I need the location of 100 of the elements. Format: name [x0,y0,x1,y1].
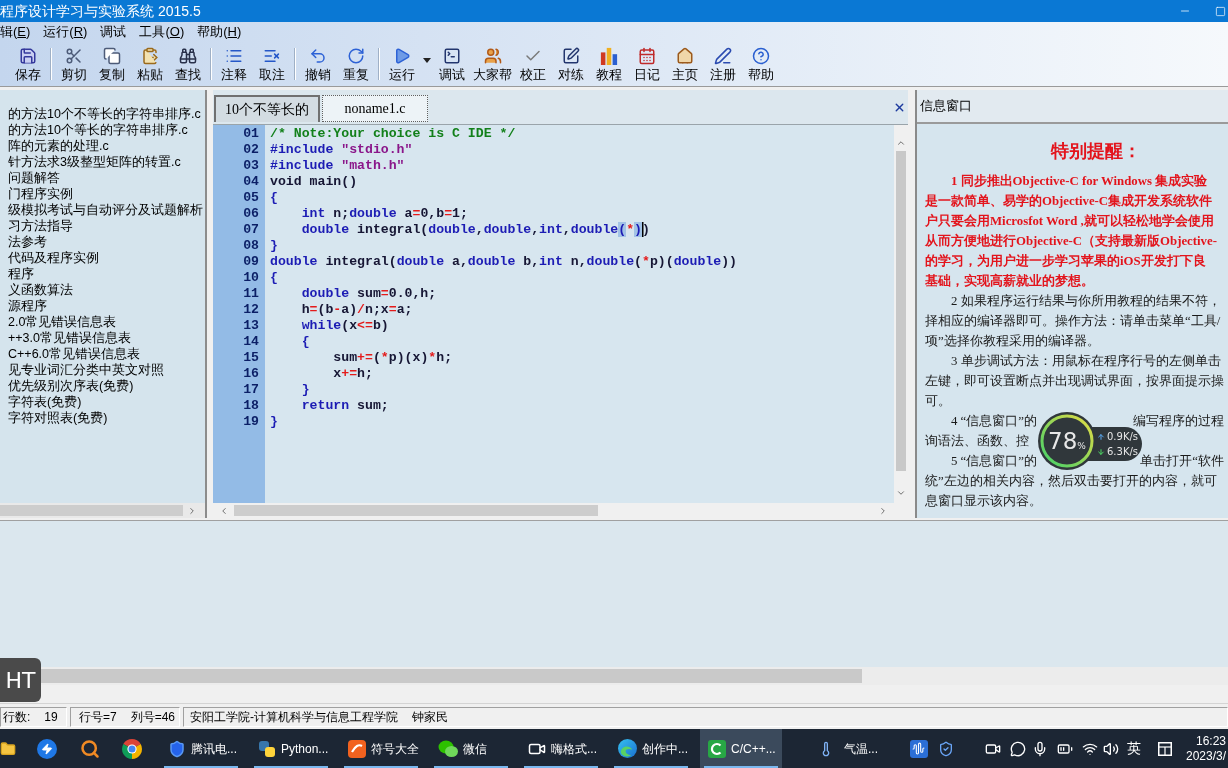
toolbar-button[interactable]: 注册 [704,43,742,85]
close-icon[interactable] [893,101,906,114]
toolbar-button[interactable]: 注释 [215,43,253,85]
taskbar-button[interactable]: 腾讯电... [160,729,242,768]
lightning-icon[interactable] [37,738,57,759]
caret-icon[interactable] [423,58,431,63]
taskbar-button[interactable]: Python... [250,729,332,768]
clock-time[interactable]: 16:23 [1195,733,1226,749]
chevron-right-icon[interactable] [187,505,197,516]
toolbar-button[interactable]: 校正 [514,43,552,85]
toolbar-button[interactable]: 对练 [552,43,590,85]
tree-item[interactable]: 代码及程序实例 [8,250,99,266]
tree-item[interactable]: 2.0常见错误信息表 [8,314,117,330]
tree-item[interactable]: C++6.0常见错误信息表 [8,346,140,362]
copy-icon [103,46,121,65]
toolbar-button[interactable]: 大家帮 [471,43,514,85]
menu-item[interactable]: 调试 [100,23,127,41]
tree-item[interactable]: 的方法10个等长的字符串排序.c [8,122,188,138]
menu-item[interactable]: 辑(E) [0,23,31,41]
code-line: } [270,414,278,430]
code-line: while(x<=b) [300,318,389,334]
folder-icon[interactable] [0,740,16,757]
status-text: 19 [44,708,58,726]
code-line: } [300,382,310,398]
toolbar-button[interactable]: 主页 [666,43,704,85]
search-icon[interactable] [80,738,100,759]
toolbar-button[interactable]: 重复 [337,43,375,85]
code-line: x+=h; [332,366,373,382]
line-number: 16 [243,366,259,382]
taskbar-button[interactable]: 创作中... [610,729,692,768]
code-line: void main() [270,174,358,190]
tree-item[interactable]: 源程序 [8,298,47,314]
paragraph-line: 基础，实现高薪就业的梦想。 [925,272,1094,290]
download-speed: 6.3K/s [1107,445,1139,458]
toolbar-button[interactable]: 保存 [9,43,47,85]
code-line: double integral(double a,double b,int n,double(*p)(double)) [270,254,737,270]
tree-item[interactable]: 见专业词汇分类中英文对照 [8,362,164,378]
menu-item[interactable]: 工具(O) [139,23,185,41]
tree-item[interactable]: 字符表(免费) [8,394,82,410]
toolbar-button[interactable]: 调试 [433,43,471,85]
editor-tab[interactable]: noname1.c [322,95,428,122]
toolbar-button[interactable]: 取注 [253,43,291,85]
paragraph-line: 5 “信息窗口”的 [951,453,1037,470]
toolbar-button[interactable]: 日记 [628,43,666,85]
toolbar-button[interactable]: 帮助 [742,43,780,85]
menu-item[interactable]: 帮助(H) [197,23,242,41]
segmented-circle-icon[interactable] [122,738,142,759]
shield-check-icon[interactable] [937,740,954,757]
chevron-up-icon[interactable] [896,138,906,148]
paragraph-line: 询语法、函数、控 [925,433,1029,450]
maximize-icon[interactable] [1215,5,1226,17]
chevron-down-icon[interactable] [896,488,906,498]
paragraph-line: 3 单步调试方法：用鼠标在程序行号的左侧单击 [951,353,1221,370]
chevron-left-icon[interactable] [219,505,229,516]
tree-item[interactable]: 义函数算法 [8,282,73,298]
menu-item[interactable]: 运行(R) [43,23,88,41]
people-icon [483,46,502,65]
tree-item[interactable]: 习方法指导 [8,218,73,234]
toolbar-button[interactable]: 教程 [590,43,628,85]
taskbar-button[interactable]: 符号大全 [340,729,422,768]
taskbar-button[interactable]: 微信 [430,729,512,768]
clock-date[interactable]: 2023/3/ [1185,748,1226,764]
line-number: 10 [243,270,259,286]
toolbar-button[interactable]: 查找 [169,43,207,85]
weather-label[interactable]: 气温... [844,739,878,758]
line-number: 07 [243,222,259,238]
tree-item[interactable]: 级模拟考试与自动评分及试题解析 [8,202,203,218]
tree-item[interactable]: ++3.0常见错误信息表 [8,330,131,346]
tree-item[interactable]: 阵的元素的处理.c [8,138,109,154]
tree-item[interactable]: 优先级别次序表(免费) [8,378,134,394]
paragraph-line: 4 “信息窗口”的 [951,413,1037,430]
tree-item[interactable]: 字符对照表(免费) [8,410,108,426]
toolbar-button[interactable]: 运行 [383,43,421,85]
code-line: sum+=(*p)(x)*h; [332,350,453,366]
waveform-icon[interactable] [909,739,928,758]
chat-icon[interactable] [1009,740,1026,757]
line-number: 19 [243,414,259,430]
tree-item[interactable]: 程序 [8,266,34,282]
chevron-right-icon[interactable] [878,505,888,516]
pen-icon [714,46,732,65]
tree-item[interactable]: 法参考 [8,234,47,250]
tree-item[interactable]: 门程序实例 [8,186,73,202]
toolbar-button[interactable]: 复制 [93,43,131,85]
scrollbar-thumb[interactable] [0,505,183,516]
toolbar-button[interactable]: 粘贴 [131,43,169,85]
volume-icon[interactable] [1102,740,1119,757]
line-number: 01 [243,126,259,142]
toolbar-button[interactable]: 剪切 [55,43,93,85]
tree-item[interactable]: 问题解答 [8,170,60,186]
tree-item[interactable]: 的方法10个不等长的字符串排序.c [8,106,201,122]
scrollbar-thumb[interactable] [234,505,598,516]
scrollbar-thumb[interactable] [896,151,906,471]
code-line: } [270,238,278,254]
taskbar-button[interactable]: C/C++... [700,729,782,768]
tree-item[interactable]: 针方法求3级整型矩阵的转置.c [8,154,181,170]
taskbar-button[interactable]: 嗨格式... [520,729,602,768]
window-layout-icon[interactable] [1157,741,1172,756]
input-language[interactable]: 英 [1126,738,1141,759]
editor-tab[interactable]: 10个不等长的 [214,95,320,122]
toolbar-button[interactable]: 撤销 [299,43,337,85]
